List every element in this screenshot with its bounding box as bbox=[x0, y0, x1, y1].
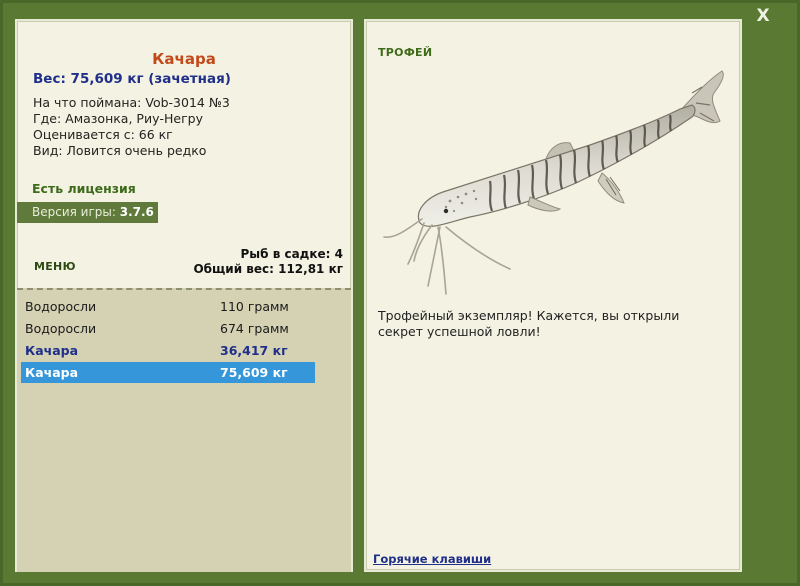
catch-amount: 674 грамм bbox=[220, 321, 289, 336]
value-info: Оценивается с: 66 кг bbox=[33, 127, 173, 142]
catch-row[interactable]: Водоросли 110 грамм bbox=[21, 296, 315, 317]
version-value: 3.7.6 bbox=[119, 205, 154, 219]
catch-row[interactable]: Водоросли 674 грамм bbox=[21, 318, 315, 339]
catch-list[interactable]: Водоросли 110 грамм Водоросли 674 грамм … bbox=[17, 288, 351, 572]
catch-row-selected[interactable]: Качара 75,609 кг bbox=[21, 362, 315, 383]
hotkeys-link[interactable]: Горячие клавиши bbox=[373, 552, 491, 566]
game-version: Версия игры: 3.7.6 bbox=[17, 202, 158, 223]
close-button[interactable]: X bbox=[754, 6, 772, 26]
fish-info-panel: Качара Вес: 75,609 кг (зачетная) На что … bbox=[15, 19, 353, 572]
fish-weight: Вес: 75,609 кг (зачетная) bbox=[33, 71, 231, 87]
keepnet-count: Рыб в садке: 4 bbox=[240, 247, 344, 261]
bait-info: На что поймана: Vob-3014 №3 bbox=[33, 95, 230, 110]
catfish-image bbox=[383, 70, 724, 295]
catch-name: Водоросли bbox=[25, 299, 97, 314]
fish-name: Качара bbox=[152, 50, 216, 68]
catch-amount: 36,417 кг bbox=[220, 343, 288, 358]
trophy-description: Трофейный экземпляр! Кажется, вы открыли… bbox=[378, 308, 680, 339]
license-status: Есть лицензия bbox=[32, 181, 136, 196]
catch-row[interactable]: Качара 36,417 кг bbox=[21, 340, 315, 361]
menu-button[interactable]: МЕНЮ bbox=[34, 260, 82, 274]
location-info: Где: Амазонка, Риу-Негру bbox=[33, 111, 203, 126]
catch-name: Качара bbox=[25, 343, 79, 358]
version-label: Версия игры: bbox=[32, 205, 120, 219]
keepnet-total-weight: Общий вес: 112,81 кг bbox=[193, 262, 343, 276]
catch-name: Качара bbox=[25, 365, 79, 380]
rarity-info: Вид: Ловится очень редко bbox=[33, 143, 207, 158]
trophy-panel: ТРОФЕЙ Трофейный экземпляр! Кажется, вы … bbox=[364, 19, 742, 572]
catch-name: Водоросли bbox=[25, 321, 97, 336]
catch-amount: 110 грамм bbox=[220, 299, 289, 314]
catch-amount: 75,609 кг bbox=[220, 365, 288, 380]
